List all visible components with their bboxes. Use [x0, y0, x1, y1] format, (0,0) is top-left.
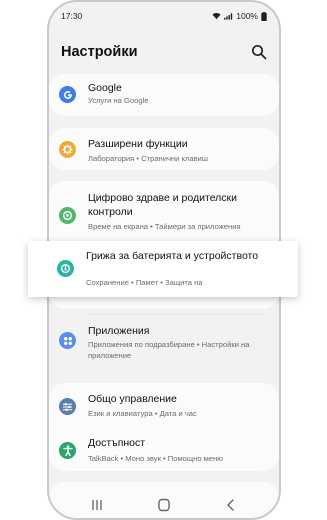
advanced-features-subtitle: Лаборатория • Странични клавиш [88, 154, 208, 163]
settings-item-apps[interactable]: Приложения Приложения по подразбиране • … [49, 318, 279, 368]
general-management-subtitle: Език и клавиатура • Дата и час [88, 409, 197, 418]
settings-item-digital-wellbeing[interactable]: Цифрово здраве и родителски контроли Вре… [49, 189, 279, 241]
gear-plus-icon [59, 141, 76, 158]
sliders-icon [59, 398, 76, 415]
recents-icon[interactable] [89, 498, 105, 512]
back-icon[interactable] [223, 498, 239, 512]
battery-percent: 100% [236, 11, 258, 21]
digital-wellbeing-icon [59, 207, 76, 224]
advanced-features-title: Разширени функции [88, 138, 188, 150]
wifi-icon [212, 13, 221, 20]
accessibility-subtitle: TalkBack • Моно звук • Помощно меню [88, 454, 224, 463]
battery-device-care-title: Грижа за батерията и устройството [86, 250, 259, 262]
status-icons: 100% [212, 11, 267, 21]
status-time: 17:30 [61, 11, 83, 21]
settings-item-accessibility[interactable]: Достъпност TalkBack • Моно звук • Помощн… [49, 431, 279, 471]
accessibility-icon [59, 442, 76, 459]
accessibility-title: Достъпност [88, 437, 146, 449]
settings-item-battery-device-care[interactable]: Грижа за батерията и устройството Сохран… [28, 241, 298, 297]
apps-title: Приложения [88, 325, 150, 337]
divider [88, 314, 267, 315]
device-care-icon [57, 260, 74, 277]
page-title: Настройки [61, 44, 138, 60]
home-icon[interactable] [156, 498, 172, 512]
navigation-bar [47, 492, 281, 518]
general-management-title: Общо управление [88, 393, 177, 405]
google-subtitle: Услуги на Google [88, 96, 149, 105]
status-bar: 17:30 100% [49, 2, 279, 24]
google-title: Google [88, 82, 122, 94]
signal-icon [224, 13, 233, 20]
search-icon[interactable] [251, 44, 267, 60]
digital-wellbeing-title: Цифрово здраве и родителски контроли [88, 192, 238, 218]
settings-item-general-management[interactable]: Общо управление Език и клавиатура • Дата… [49, 387, 279, 425]
apps-grid-icon [59, 332, 76, 349]
battery-icon [261, 11, 267, 21]
digital-wellbeing-subtitle: Време на екрана • Таймери за приложения [88, 222, 241, 231]
google-icon [59, 86, 76, 103]
settings-item-google[interactable]: Google Услуги на Google [49, 74, 279, 116]
settings-item-advanced-features[interactable]: Разширени функции Лаборатория • Страничн… [49, 128, 279, 170]
battery-device-care-subtitle: Сохранение • Памет • Защита на [86, 278, 203, 287]
apps-subtitle: Приложения по подразбиране • Настройки н… [88, 340, 250, 360]
